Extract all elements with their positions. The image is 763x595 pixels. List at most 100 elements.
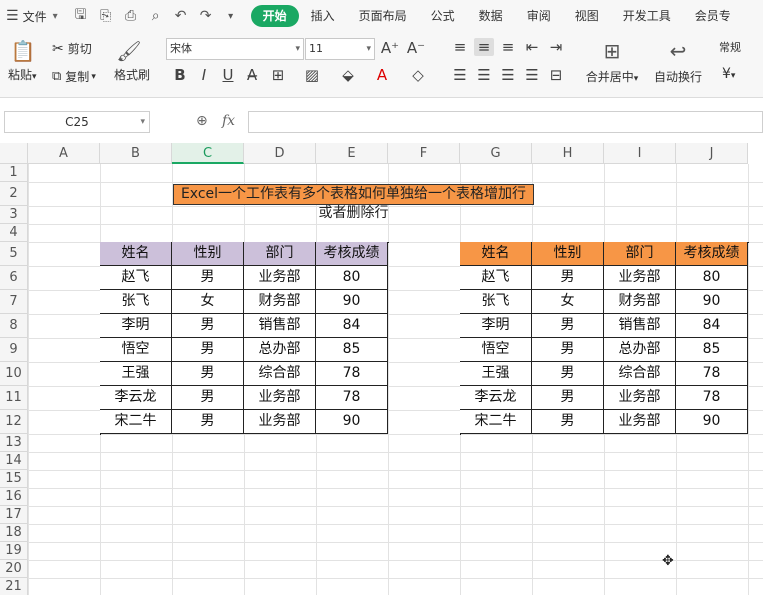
copy-button[interactable]: ⧉ 复制 ▾	[52, 68, 96, 85]
table_right-cell[interactable]: 男	[532, 386, 604, 410]
table_right-cell[interactable]: 李云龙	[460, 386, 532, 410]
clear-format-icon[interactable]: ◇	[408, 66, 428, 84]
format-painter-button[interactable]: 🖌 格式刷	[114, 38, 150, 83]
paste-button[interactable]: 📋 粘贴▾	[8, 38, 38, 83]
merge-center-button[interactable]: ⊞ 合并居中▾	[582, 38, 642, 85]
row-header-10[interactable]: 10	[0, 362, 28, 386]
tab-3[interactable]: 公式	[419, 5, 467, 27]
fx-icon[interactable]: fx	[222, 113, 235, 129]
column-header-J[interactable]: J	[676, 143, 748, 164]
strikethrough-icon[interactable]: A̶	[242, 66, 262, 84]
tab-6[interactable]: 视图	[563, 5, 611, 27]
table_right-cell[interactable]: 悟空	[460, 338, 532, 362]
column-header-F[interactable]: F	[388, 143, 460, 164]
table_left-cell[interactable]: 男	[172, 386, 244, 410]
table_right-cell[interactable]: 男	[532, 266, 604, 290]
row-header-7[interactable]: 7	[0, 290, 28, 314]
column-header-D[interactable]: D	[244, 143, 316, 164]
row-header-16[interactable]: 16	[0, 488, 28, 506]
column-header-A[interactable]: A	[28, 143, 100, 164]
row-header-9[interactable]: 9	[0, 338, 28, 362]
italic-icon[interactable]: I	[194, 66, 214, 84]
row-header-13[interactable]: 13	[0, 434, 28, 452]
table_left-header-cell[interactable]: 考核成绩	[316, 242, 388, 266]
bold-icon[interactable]: B	[170, 66, 190, 84]
row-header-8[interactable]: 8	[0, 314, 28, 338]
tab-5[interactable]: 审阅	[515, 5, 563, 27]
table_right-cell[interactable]: 80	[676, 266, 748, 290]
table_left-cell[interactable]: 男	[172, 338, 244, 362]
row-header-12[interactable]: 12	[0, 410, 28, 434]
table_right-cell[interactable]: 王强	[460, 362, 532, 386]
table_right-cell[interactable]: 78	[676, 362, 748, 386]
table_right-cell[interactable]: 业务部	[604, 410, 676, 434]
fill-pattern-icon[interactable]: ▨	[302, 66, 322, 84]
zoom-search-icon[interactable]: ⊕	[196, 113, 208, 129]
row-header-19[interactable]: 19	[0, 542, 28, 560]
formula-input[interactable]	[248, 111, 763, 133]
align-top-icon[interactable]: ≡	[450, 38, 470, 56]
table_left-cell[interactable]: 业务部	[244, 266, 316, 290]
tab-7[interactable]: 开发工具	[611, 5, 683, 27]
currency-button[interactable]: ¥▾	[722, 66, 735, 82]
table_left-cell[interactable]: 90	[316, 410, 388, 434]
table_left-cell[interactable]: 张飞	[100, 290, 172, 314]
table_right-cell[interactable]: 男	[532, 410, 604, 434]
print-preview-icon[interactable]: ⌕	[145, 8, 167, 24]
more-icon[interactable]: ▾	[220, 11, 242, 22]
table_left-cell[interactable]: 78	[316, 386, 388, 410]
row-header-11[interactable]: 11	[0, 386, 28, 410]
column-header-B[interactable]: B	[100, 143, 172, 164]
redo-icon[interactable]: ↷	[195, 8, 217, 24]
table_left-cell[interactable]: 业务部	[244, 386, 316, 410]
align-bottom-icon[interactable]: ≡	[498, 38, 518, 56]
decrease-font-icon[interactable]: A⁻	[406, 39, 426, 57]
table_left-cell[interactable]: 85	[316, 338, 388, 362]
table_left-cell[interactable]: 宋二牛	[100, 410, 172, 434]
table_left-cell[interactable]: 悟空	[100, 338, 172, 362]
table_left-header-cell[interactable]: 姓名	[100, 242, 172, 266]
tab-4[interactable]: 数据	[467, 5, 515, 27]
table_left-cell[interactable]: 王强	[100, 362, 172, 386]
table_right-cell[interactable]: 78	[676, 386, 748, 410]
table_right-cell[interactable]: 90	[676, 290, 748, 314]
table_left-cell[interactable]: 总办部	[244, 338, 316, 362]
justify-icon[interactable]: ☰	[522, 66, 542, 84]
cut-button[interactable]: ✂ 剪切	[52, 40, 92, 57]
table_left-header-cell[interactable]: 性别	[172, 242, 244, 266]
export-icon[interactable]: ⎘	[95, 8, 117, 24]
table_right-cell[interactable]: 男	[532, 338, 604, 362]
merged-title-cell[interactable]: Excel一个工作表有多个表格如何单独给一个表格增加行或者删除行	[173, 184, 534, 221]
save-icon[interactable]: 🖫	[70, 4, 92, 28]
table_left-cell[interactable]: 赵飞	[100, 266, 172, 290]
row-header-17[interactable]: 17	[0, 506, 28, 524]
table_right-cell[interactable]: 综合部	[604, 362, 676, 386]
table_right-cell[interactable]: 赵飞	[460, 266, 532, 290]
table_left-cell[interactable]: 80	[316, 266, 388, 290]
tab-8[interactable]: 会员专	[683, 5, 743, 27]
tab-2[interactable]: 页面布局	[347, 5, 419, 27]
column-header-E[interactable]: E	[316, 143, 388, 164]
table_right-cell[interactable]: 女	[532, 290, 604, 314]
table_left-cell[interactable]: 男	[172, 410, 244, 434]
wrap-text-button[interactable]: ↩ 自动换行	[650, 38, 706, 85]
row-header-15[interactable]: 15	[0, 470, 28, 488]
underline-icon[interactable]: U	[218, 66, 238, 84]
table_right-header-cell[interactable]: 性别	[532, 242, 604, 266]
align-middle-icon[interactable]: ≡	[474, 38, 494, 56]
spreadsheet-grid[interactable]: A B C D E F G H I J 1 2 3 4 5 6 7 8 9 10 11 12 13 14 15 16 17 18 19 2…	[0, 143, 763, 595]
font-name-select[interactable]: 宋体 ▾	[166, 38, 304, 60]
row-header-20[interactable]: 20	[0, 560, 28, 578]
table_right-cell[interactable]: 总办部	[604, 338, 676, 362]
row-header-21[interactable]: 21	[0, 578, 28, 595]
column-header-C[interactable]: C	[172, 143, 244, 164]
increase-indent-icon[interactable]: ⇥	[546, 38, 566, 56]
table_left-cell[interactable]: 男	[172, 314, 244, 338]
row-header-2[interactable]: 2	[0, 182, 28, 206]
table_right-header-cell[interactable]: 考核成绩	[676, 242, 748, 266]
table_right-cell[interactable]: 宋二牛	[460, 410, 532, 434]
align-center-icon[interactable]: ☰	[474, 66, 494, 84]
table_left-cell[interactable]: 78	[316, 362, 388, 386]
undo-icon[interactable]: ↶	[170, 8, 192, 24]
fill-color-icon[interactable]: ⬙	[338, 66, 358, 84]
